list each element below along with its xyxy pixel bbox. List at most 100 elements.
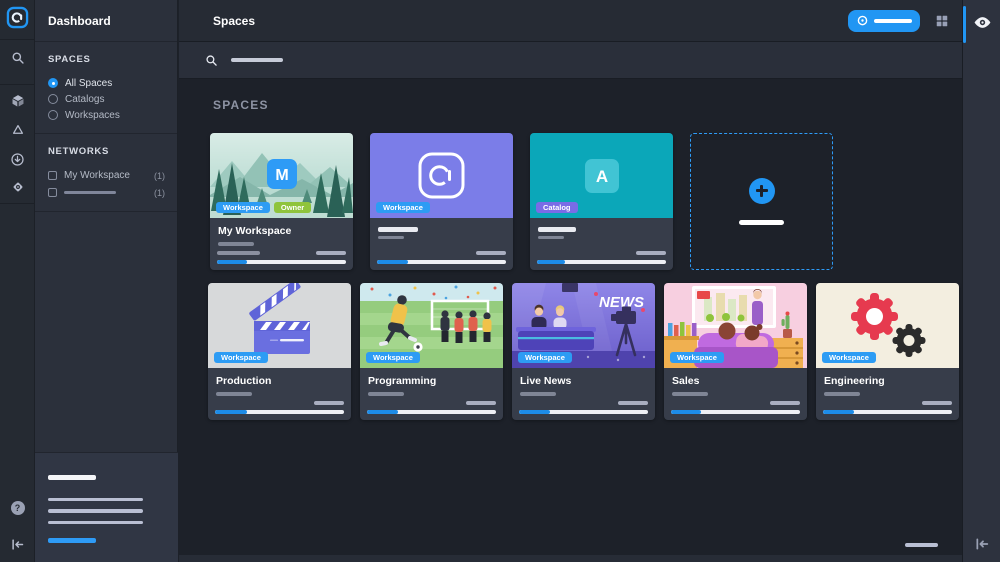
network-triangle-icon[interactable] — [0, 117, 35, 143]
card-title: Live News — [520, 375, 647, 387]
help-glyph: ? — [11, 501, 25, 515]
card-image: Workspace — [208, 283, 351, 368]
redacted-meta-line — [922, 401, 952, 405]
radio-catalogs[interactable]: Catalogs — [48, 91, 167, 107]
space-card-redacted-1[interactable]: Workspace — [370, 133, 513, 270]
search-bar[interactable] — [179, 42, 962, 79]
redacted-meta-line — [770, 401, 800, 405]
radio-all-spaces[interactable]: All Spaces — [48, 75, 167, 91]
grid-view-icon[interactable] — [934, 13, 950, 29]
page-title: Spaces — [213, 14, 848, 28]
divider — [0, 84, 35, 85]
redacted-meta-line — [316, 251, 346, 255]
radio-on-icon — [48, 78, 58, 88]
catalog-card-redacted[interactable]: A Catalog — [530, 133, 673, 270]
collapse-panel-icon[interactable] — [963, 532, 1000, 556]
radio-off-icon — [48, 110, 58, 120]
space-card-sales[interactable]: Workspace Sales — [664, 283, 807, 420]
redacted-link-line[interactable] — [48, 538, 96, 543]
spaces-filter-section: SPACES All Spaces Catalogs Workspaces — [35, 42, 177, 134]
card-image: Workspace — [370, 133, 513, 218]
app-logo-icon[interactable] — [6, 6, 29, 29]
redacted-meta-line — [217, 251, 260, 255]
badge-row: Workspace — [214, 352, 268, 363]
space-card-live-news[interactable]: NEWS — [512, 283, 655, 420]
redacted-footer-line — [905, 543, 938, 547]
radio-off-icon — [48, 94, 58, 104]
storage-progress-bar — [215, 410, 344, 415]
help-icon[interactable]: ? — [0, 495, 35, 521]
redacted-meta-line — [636, 251, 666, 255]
card-title: Production — [216, 375, 343, 387]
redacted-search-placeholder — [231, 58, 283, 62]
card-body — [530, 218, 673, 251]
owner-badge: Owner — [274, 202, 311, 213]
icon-rail: ? — [0, 0, 35, 562]
eye-preview-icon[interactable] — [963, 10, 1000, 34]
collapse-left-icon[interactable] — [0, 531, 35, 557]
catalog-badge: Catalog — [536, 202, 578, 213]
news-text: NEWS — [599, 294, 644, 311]
black-gear — [893, 324, 926, 357]
search-icon — [205, 54, 218, 67]
badge-row: Workspace — [670, 352, 724, 363]
redacted-line — [48, 509, 143, 513]
redacted-subtitle-line — [824, 392, 860, 396]
card-footer — [210, 251, 353, 270]
workspace-badge: Workspace — [518, 352, 572, 363]
card-title: Sales — [672, 375, 799, 387]
checkbox-icon — [48, 188, 57, 197]
main-content: Spaces SPACES — [179, 0, 962, 562]
redacted-add-label — [739, 220, 784, 226]
redacted-subtitle-line — [520, 392, 556, 396]
redacted-subtitle-line — [378, 236, 404, 240]
card-footer — [512, 401, 655, 420]
locate-diamond-icon[interactable] — [0, 174, 35, 200]
sidebar-bottom-panel — [35, 452, 178, 562]
red-gear — [851, 293, 898, 340]
space-card-my-workspace[interactable]: M Workspace Owner My Workspace — [210, 133, 353, 270]
content-bottom-bar[interactable] — [179, 555, 962, 562]
checkbox-my-workspace[interactable]: My Workspace (1) — [48, 167, 167, 184]
redacted-button-label — [874, 19, 912, 23]
networks-section-label: NETWORKS — [48, 146, 167, 157]
add-space-card[interactable] — [690, 133, 833, 270]
ingest-download-icon[interactable] — [0, 146, 35, 172]
redacted-subtitle-line — [218, 242, 254, 246]
badge-row: Workspace — [822, 352, 876, 363]
redacted-meta-line — [314, 401, 344, 405]
space-card-programming[interactable]: Workspace Programming — [360, 283, 503, 420]
badge-row: Workspace — [376, 202, 430, 213]
divider — [0, 39, 35, 40]
redacted-label-line — [64, 191, 116, 195]
radio-workspaces[interactable]: Workspaces — [48, 107, 167, 123]
card-footer — [208, 401, 351, 420]
redacted-meta-line — [618, 401, 648, 405]
create-space-button[interactable] — [848, 10, 920, 32]
storage-progress-bar — [377, 260, 506, 265]
networks-filter-section: NETWORKS My Workspace (1) (1) — [35, 134, 177, 212]
redacted-line — [48, 521, 143, 525]
packages-cube-icon[interactable] — [0, 88, 35, 114]
storage-progress-bar — [671, 410, 800, 415]
divider — [0, 203, 35, 204]
checkbox-network-redacted[interactable]: (1) — [48, 184, 167, 201]
plus-circle-icon — [857, 15, 868, 26]
card-image: M Workspace Owner — [210, 133, 353, 218]
cards-row-2: Workspace Production — [208, 283, 962, 420]
redacted-subtitle-line — [538, 236, 564, 240]
redacted-title-line — [378, 227, 418, 232]
card-footer — [816, 401, 959, 420]
card-image: Workspace — [816, 283, 959, 368]
search-icon[interactable] — [0, 45, 35, 71]
tile-letter: A — [596, 167, 608, 186]
storage-progress-bar — [823, 410, 952, 415]
card-footer — [360, 401, 503, 420]
space-card-production[interactable]: Workspace Production — [208, 283, 351, 420]
workspace-badge: Workspace — [670, 352, 724, 363]
card-image: A Catalog — [530, 133, 673, 218]
space-card-engineering[interactable]: Workspace Engineering — [816, 283, 959, 420]
card-body — [370, 218, 513, 251]
card-image: Workspace — [664, 283, 807, 368]
redacted-meta-line — [476, 251, 506, 255]
